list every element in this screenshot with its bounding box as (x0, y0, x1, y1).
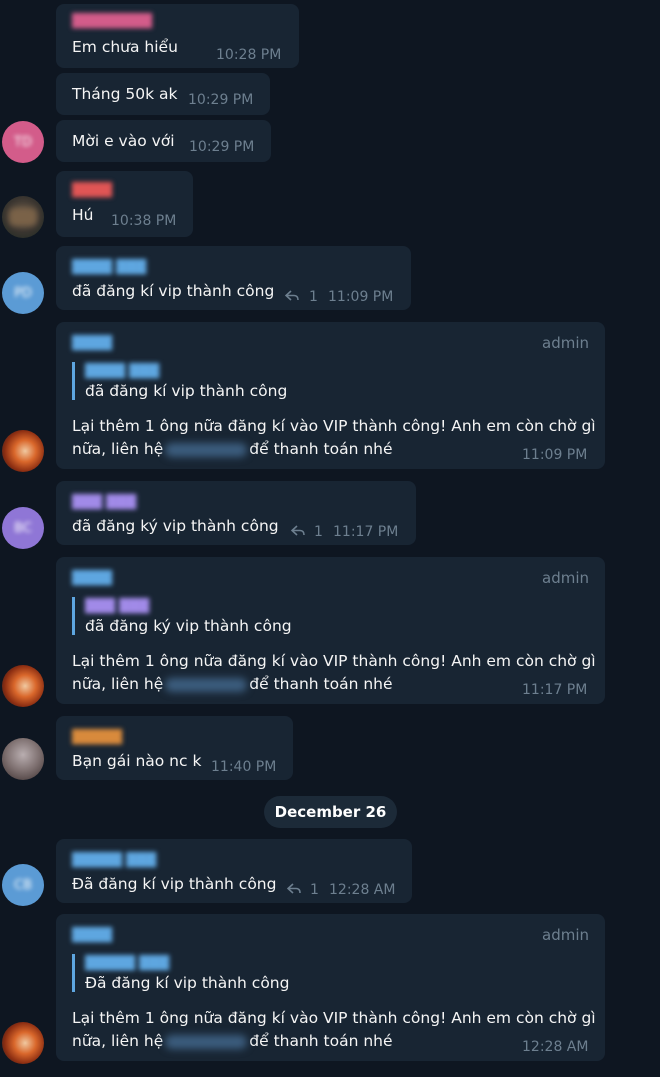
reply-arrow-icon (291, 525, 305, 536)
reply-text: đã đăng ký vip thành công (85, 617, 292, 635)
message-bubble[interactable]: ████ admin ████ ███ đã đăng kí vip thành… (56, 322, 605, 469)
reply-arrow-icon (285, 290, 299, 301)
avatar[interactable]: BC (2, 507, 44, 549)
message-time: 11:09 PM (328, 289, 394, 305)
message-text: Hú (72, 206, 94, 224)
sender-name-redacted: ████ (72, 336, 112, 351)
avatar[interactable] (2, 430, 44, 472)
message-time: 11:17 PM (522, 682, 588, 698)
message-time: 11:17 PM (333, 524, 399, 540)
message-bubble[interactable]: ████ ███ đã đăng kí vip thành công 1 11:… (56, 246, 411, 310)
avatar[interactable] (2, 665, 44, 707)
message-bubble[interactable]: ████████ Em chưa hiểu 10:28 PM (56, 4, 299, 68)
message-time: 10:38 PM (111, 213, 177, 229)
message-text: Tháng 50k ak (72, 85, 178, 103)
message-time: 12:28 AM (522, 1039, 589, 1055)
message-text-line1: Lại thêm 1 ông nữa đăng kí vào VIP thành… (72, 1009, 596, 1027)
date-separator: December 26 (264, 796, 397, 828)
message-time: 10:28 PM (216, 47, 282, 63)
reply-text: đã đăng kí vip thành công (85, 382, 288, 400)
message-bubble[interactable]: ████ admin ███ ███ đã đăng ký vip thành … (56, 557, 605, 704)
avatar[interactable]: CB (2, 864, 44, 906)
avatar[interactable]: PD (2, 272, 44, 314)
avatar[interactable] (2, 196, 44, 238)
message-text: đã đăng ký vip thành công (72, 517, 279, 535)
message-time: 11:09 PM (522, 447, 588, 463)
message-time: 11:40 PM (211, 759, 277, 775)
reply-preview[interactable]: ████ ███ đã đăng kí vip thành công (72, 362, 287, 400)
admin-badge: admin (542, 569, 589, 587)
sender-name-redacted: █████ (72, 730, 122, 745)
message-bubble[interactable]: █████ ███ Đã đăng kí vip thành công 1 12… (56, 839, 412, 903)
reply-sender-redacted: █████ ███ (85, 956, 170, 971)
sender-name-redacted: █████ ███ (72, 853, 157, 868)
message-bubble[interactable]: ████ admin █████ ███ Đã đăng kí vip thàn… (56, 914, 605, 1061)
sender-name-redacted: ████ (72, 183, 112, 198)
avatar[interactable] (2, 738, 44, 780)
message-bubble[interactable]: Tháng 50k ak 10:29 PM (56, 73, 270, 115)
message-text-line1: Lại thêm 1 ông nữa đăng kí vào VIP thành… (72, 417, 596, 435)
message-text: đã đăng kí vip thành công (72, 282, 275, 300)
message-time: 12:28 AM (329, 882, 396, 898)
message-text-line2: nữa, liên hệ để thanh toán nhé (72, 1032, 393, 1050)
redacted-contact (165, 442, 248, 457)
sender-name-redacted: ████ (72, 571, 112, 586)
admin-badge: admin (542, 334, 589, 352)
message-text: Bạn gái nào nc k (72, 752, 202, 770)
reply-count: 1 (310, 882, 319, 898)
redacted-contact (165, 677, 248, 692)
message-time: 10:29 PM (188, 92, 254, 108)
admin-badge: admin (542, 926, 589, 944)
sender-name-redacted: ████ ███ (72, 260, 147, 275)
sender-name-redacted: ████████ (72, 14, 152, 29)
message-bubble[interactable]: ███ ███ đã đăng ký vip thành công 1 11:1… (56, 481, 416, 545)
reply-text: Đã đăng kí vip thành công (85, 974, 290, 992)
reply-count: 1 (314, 524, 323, 540)
reply-arrow-icon (287, 883, 301, 894)
avatar[interactable]: TD (2, 121, 44, 163)
sender-name-redacted: ███ ███ (72, 495, 137, 510)
avatar[interactable] (2, 1022, 44, 1064)
reply-preview[interactable]: █████ ███ Đã đăng kí vip thành công (72, 954, 289, 992)
reply-sender-redacted: ███ ███ (85, 599, 150, 614)
message-text-line1: Lại thêm 1 ông nữa đăng kí vào VIP thành… (72, 652, 596, 670)
message-text: Đã đăng kí vip thành công (72, 875, 277, 893)
reply-sender-redacted: ████ ███ (85, 364, 160, 379)
redacted-contact (165, 1034, 248, 1049)
message-bubble[interactable]: Mời e vào với 10:29 PM (56, 120, 271, 162)
message-time: 10:29 PM (189, 139, 255, 155)
message-bubble[interactable]: ████ Hú 10:38 PM (56, 171, 193, 237)
reply-count: 1 (309, 289, 318, 305)
message-text: Mời e vào với (72, 132, 175, 150)
message-bubble[interactable]: █████ Bạn gái nào nc k 11:40 PM (56, 716, 293, 780)
message-text-line2: nữa, liên hệ để thanh toán nhé (72, 675, 393, 693)
reply-preview[interactable]: ███ ███ đã đăng ký vip thành công (72, 597, 292, 635)
sender-name-redacted: ████ (72, 928, 112, 943)
message-text-line2: nữa, liên hệ để thanh toán nhé (72, 440, 393, 458)
message-text: Em chưa hiểu (72, 38, 178, 56)
